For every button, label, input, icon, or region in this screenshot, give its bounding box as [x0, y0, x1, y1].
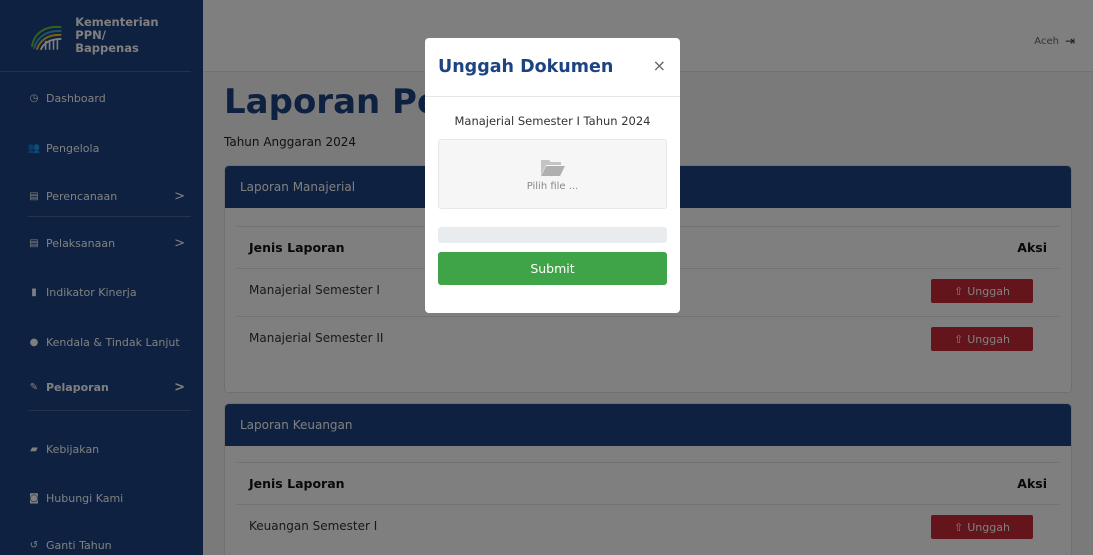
submit-button[interactable]: Submit [438, 252, 667, 285]
upload-progress-bar [438, 227, 667, 243]
upload-modal: Unggah Dokumen × Manajerial Semester I T… [425, 38, 680, 313]
modal-header: Unggah Dokumen [425, 38, 680, 97]
dropzone-text: Pilih file ... [526, 180, 579, 192]
file-dropzone[interactable]: Pilih file ... [438, 139, 667, 209]
close-icon[interactable]: × [653, 56, 666, 75]
folder-open-icon [540, 159, 565, 176]
modal-title: Unggah Dokumen [438, 57, 614, 77]
modal-subtitle: Manajerial Semester I Tahun 2024 [454, 114, 651, 128]
